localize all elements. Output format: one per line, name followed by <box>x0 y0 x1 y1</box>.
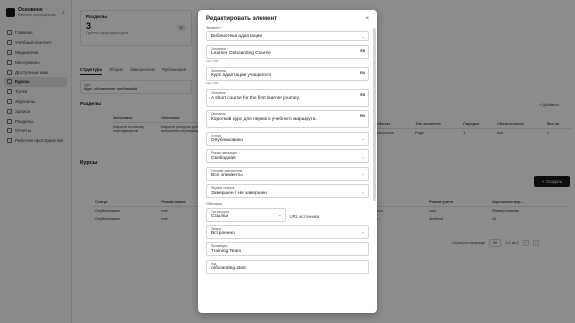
source-type-select[interactable]: Тип ресурса Ссылка ⌄ <box>206 207 286 222</box>
status-format-select[interactable]: Формат статуса Завершен / Не завершен ⌄ <box>206 184 369 198</box>
dialog-body: Элемент * Библиотека адаптации ⌄ Заголов… <box>198 26 377 313</box>
title-en-field[interactable]: Заголовок * Learner Onboarding Course EN <box>206 44 369 59</box>
char-count: max: 500 <box>206 81 219 85</box>
lang-badge: EN <box>360 48 365 53</box>
item-label: Элемент * <box>206 26 222 30</box>
provider-field[interactable]: Провайдер Training Team <box>206 242 369 256</box>
lang-badge: EN <box>360 92 365 97</box>
close-icon[interactable]: × <box>365 16 369 22</box>
description-ru-field[interactable]: Описание Короткий курс для первого учебн… <box>206 110 369 128</box>
lang-badge: RU <box>360 114 365 118</box>
status-select[interactable]: Статус Опубликовано ⌄ <box>206 131 369 146</box>
chevron-down-icon: ⌄ <box>361 171 365 176</box>
edit-item-dialog: Редактировать элемент × Элемент * Библио… <box>198 10 377 313</box>
cover-group-label: Обложка <box>206 201 222 206</box>
item-select[interactable]: Библиотека адаптации ⌄ <box>206 31 369 41</box>
navigation-mode-select[interactable]: Режим навигации Свободная ⌄ <box>206 149 369 163</box>
completion-condition-select[interactable]: Условие завершения Все элементы ⌄ <box>206 166 369 181</box>
chevron-down-icon: ⌄ <box>361 188 365 194</box>
chevron-down-icon: ⌄ <box>361 229 365 234</box>
description-en-field[interactable]: Описание A short course for the first le… <box>206 88 369 107</box>
chevron-down-icon: ⌄ <box>361 153 365 159</box>
dialog-title: Редактировать элемент <box>206 16 278 22</box>
title-ru-field[interactable]: Заголовок Курс адаптации учащегося RU <box>206 66 369 81</box>
char-count: max: 500 <box>206 59 219 63</box>
chevron-down-icon: ⌄ <box>361 136 365 141</box>
dialog-header: Редактировать элемент × <box>198 10 377 26</box>
embed-select[interactable]: Запуск Встроенно ⌄ <box>206 224 369 239</box>
source-url-label[interactable]: URL источника <box>290 208 370 219</box>
code-field[interactable]: Код onboarding.start <box>206 259 369 274</box>
chevron-down-icon: ⌄ <box>278 212 282 217</box>
chevron-down-icon: ⌄ <box>361 33 365 39</box>
lang-badge: RU <box>360 70 365 75</box>
